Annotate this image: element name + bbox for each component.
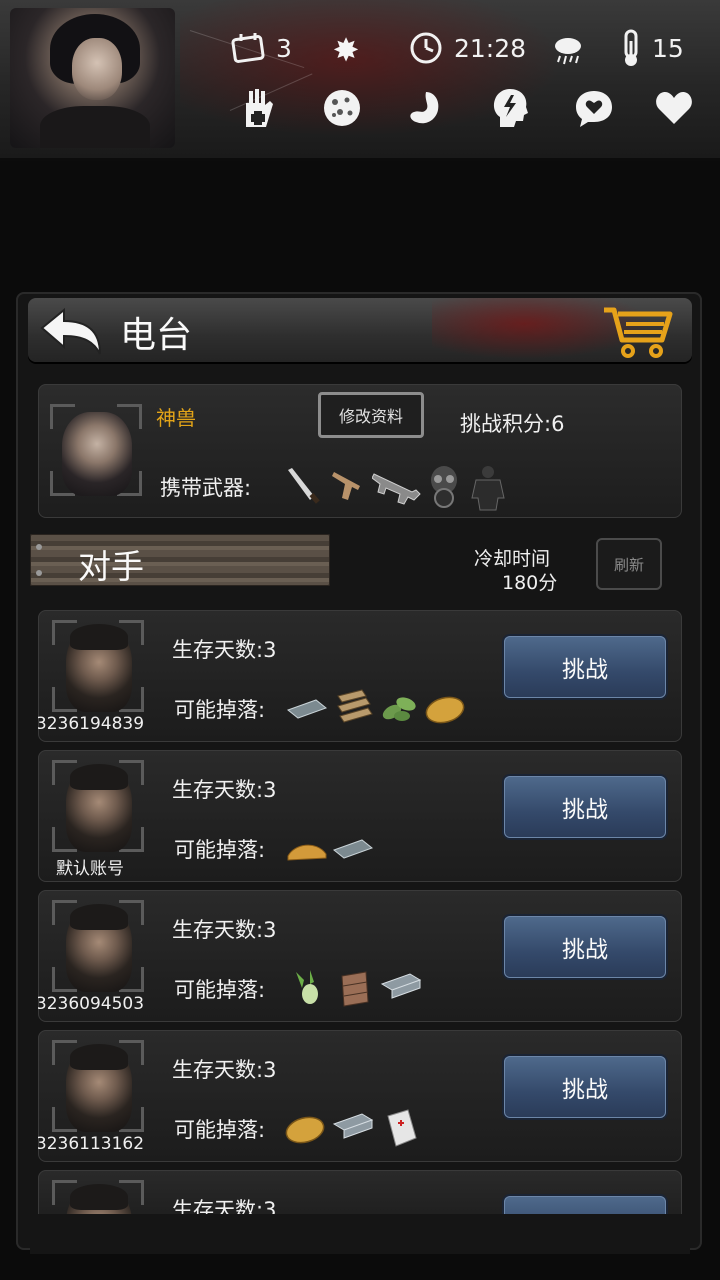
- clock-icon: [408, 30, 444, 66]
- grain-pile-icon[interactable]: [286, 826, 328, 868]
- opponent-card: 默认账号 生存天数:3 可能掉落: 挑战: [38, 750, 682, 882]
- mood-status[interactable]: [572, 86, 616, 130]
- calendar-icon: [230, 30, 266, 66]
- rain-icon: [550, 32, 586, 68]
- opponent-card: 3236094503 生存天数:3 可能掉落: 挑战: [38, 890, 682, 1022]
- stomach-icon: [402, 86, 446, 130]
- gas-mask-icon[interactable]: [424, 464, 464, 508]
- survival-days: 生存天数:3: [172, 918, 277, 942]
- profile-avatar-frame[interactable]: [50, 404, 142, 496]
- challenge-button[interactable]: 挑战: [504, 916, 666, 978]
- drop-label: 可能掉落:: [174, 698, 266, 722]
- days-stat: 3: [230, 30, 292, 66]
- heart-icon: [652, 86, 696, 130]
- challenge-button[interactable]: 挑战: [504, 776, 666, 838]
- page-title: 电台: [120, 315, 193, 356]
- opponent-card: 3236194839 生存天数:3 可能掉落: 挑战: [38, 610, 682, 742]
- cooldown-value: 180分: [502, 572, 558, 594]
- temperature-value: 15: [652, 33, 684, 63]
- challenge-button[interactable]: 挑战: [504, 1056, 666, 1118]
- list-bottom-edge: [30, 1214, 690, 1254]
- player-nickname: 神兽: [156, 406, 196, 430]
- opponent-card: 3236113162 生存天数:3 可能掉落: 挑战: [38, 1030, 682, 1162]
- opponent-avatar-frame[interactable]: [52, 760, 144, 852]
- cart-icon: [604, 307, 673, 358]
- refresh-button[interactable]: 刷新: [596, 538, 662, 590]
- days-value: 3: [276, 33, 292, 63]
- wood-planks-icon[interactable]: [332, 686, 374, 728]
- weather-rain: [550, 32, 586, 68]
- survival-days: 生存天数:3: [172, 778, 277, 802]
- survival-days: 生存天数:3: [172, 638, 277, 662]
- health-status[interactable]: [236, 86, 280, 130]
- steel-beam-icon[interactable]: [380, 966, 422, 1008]
- challenge-score: 挑战积分:6: [460, 412, 565, 436]
- hunger-status[interactable]: [402, 86, 446, 130]
- opponent-avatar-frame[interactable]: [52, 1040, 144, 1132]
- pistol-icon[interactable]: [330, 464, 370, 508]
- vegetable-icon[interactable]: [288, 966, 330, 1008]
- opponents-title: 对手: [78, 547, 144, 586]
- steel-beam-icon[interactable]: [332, 1106, 374, 1148]
- bricks-icon[interactable]: [334, 966, 376, 1008]
- sun-icon: ✸: [332, 31, 360, 69]
- infection-status[interactable]: [320, 86, 364, 130]
- virus-icon: [320, 86, 364, 130]
- potato-icon[interactable]: [284, 1106, 326, 1148]
- energy-status[interactable]: [488, 86, 532, 130]
- temperature-stat: 15: [620, 29, 684, 66]
- smg-icon[interactable]: [371, 464, 422, 508]
- weather-sun: ✸: [328, 32, 364, 68]
- shop-cart-button[interactable]: [602, 304, 674, 360]
- drop-label: 可能掉落:: [174, 838, 266, 862]
- back-arrow-icon: [40, 307, 101, 355]
- speech-heart-icon: [572, 86, 616, 130]
- herb-icon[interactable]: [378, 686, 420, 728]
- back-button[interactable]: [38, 306, 106, 358]
- drop-label: 可能掉落:: [174, 978, 266, 1002]
- profile-avatar: [62, 412, 132, 496]
- machete-icon[interactable]: [284, 464, 324, 508]
- opponent-id: 3236113162: [38, 1134, 145, 1154]
- opponent-avatar-frame[interactable]: [52, 620, 144, 712]
- metal-plate-icon[interactable]: [332, 826, 374, 868]
- time-stat: 21:28: [408, 30, 526, 66]
- opponent-id: 默认账号: [56, 859, 124, 879]
- weapons-label: 携带武器:: [160, 476, 252, 500]
- metal-plate-icon[interactable]: [286, 686, 328, 728]
- player-avatar[interactable]: [10, 8, 175, 148]
- opponent-id: 3236194839: [38, 714, 145, 734]
- medical-bag-icon[interactable]: [378, 1106, 420, 1148]
- drop-label: 可能掉落:: [174, 1118, 266, 1142]
- challenge-button[interactable]: 挑战: [504, 636, 666, 698]
- opponent-id: 3236094503: [38, 994, 145, 1014]
- life-status[interactable]: [652, 86, 696, 130]
- survival-days: 生存天数:3: [172, 1058, 277, 1082]
- hand-plus-icon: [236, 86, 280, 130]
- status-bar: 3 ✸ 21:28 15: [0, 0, 720, 161]
- potato-icon[interactable]: [424, 686, 466, 728]
- edit-profile-button[interactable]: 修改资料: [318, 392, 424, 438]
- thermometer-icon: [620, 29, 642, 66]
- cooldown-label: 冷却时间: [474, 548, 551, 570]
- head-energy-icon: [488, 86, 532, 130]
- opponent-avatar-frame[interactable]: [52, 900, 144, 992]
- time-value: 21:28: [454, 33, 527, 63]
- opponents-header-plank: [30, 534, 330, 586]
- armor-icon[interactable]: [468, 464, 508, 511]
